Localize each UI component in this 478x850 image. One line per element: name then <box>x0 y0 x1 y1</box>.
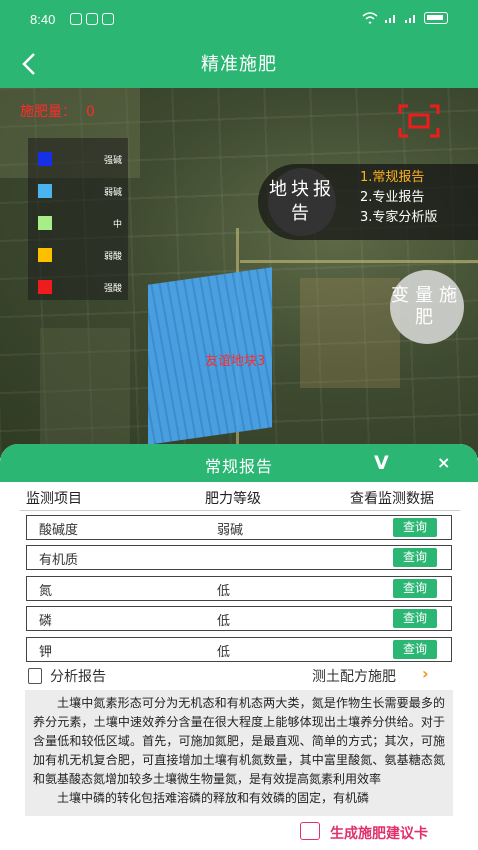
legend-swatch <box>38 280 52 294</box>
query-button[interactable]: 查询 <box>393 609 437 628</box>
legend-item: 弱碱 <box>28 182 128 202</box>
analysis-paragraph: 土壤中氮素形态可分为无机态和有机态两大类，氮是作物生长需要最多的养分元素，土壤中… <box>33 696 445 786</box>
satellite-map[interactable]: 施肥量： 0 强碱 弱碱 中 弱酸 强酸 友谊地块3 地块报告 1.常规报告 2… <box>0 88 478 458</box>
legend-label: 中 <box>112 220 122 230</box>
legend-item: 中 <box>28 214 128 234</box>
query-button[interactable]: 查询 <box>393 640 437 659</box>
app-icon <box>102 13 114 25</box>
signal-icon <box>405 15 415 23</box>
column-header-level: 肥力等级 <box>205 491 261 507</box>
wifi-icon <box>362 12 378 24</box>
field-label: 友谊地块3 <box>205 354 266 369</box>
table-row: 钾 低 查询 <box>26 637 452 662</box>
chevron-right-icon[interactable]: › <box>422 664 429 683</box>
table-row: 酸碱度 弱碱 查询 <box>26 515 452 540</box>
legend-item: 强碱 <box>28 150 128 170</box>
query-button[interactable]: 查询 <box>393 579 437 598</box>
battery-icon <box>424 12 448 24</box>
row-item: 氮 <box>39 584 53 599</box>
row-item: 酸碱度 <box>39 523 79 538</box>
legend-swatch <box>38 152 52 166</box>
fertilizer-amount-value: 0 <box>86 104 95 120</box>
signal-icon <box>385 15 395 23</box>
sheet-header: 常规报告 V × <box>0 444 478 482</box>
analysis-title: 分析报告 <box>50 669 106 685</box>
app-icon <box>86 13 98 25</box>
row-level: 低 <box>217 614 231 629</box>
status-time: 8:40 <box>30 12 56 27</box>
query-button[interactable]: 查询 <box>393 548 437 567</box>
system-icons <box>362 12 448 24</box>
legend-label: 弱酸 <box>103 252 122 262</box>
ph-legend: 强碱 弱碱 中 弱酸 强酸 <box>28 138 128 300</box>
nav-bar: 精准施肥 <box>0 40 478 88</box>
report-option-professional[interactable]: 2.专业报告 <box>360 188 437 208</box>
soil-test-link[interactable]: 测土配方施肥 <box>312 666 396 686</box>
generate-card-button[interactable]: 生成施肥建议卡 <box>300 822 460 842</box>
report-options: 1.常规报告 2.专业报告 3.专家分析版 <box>360 168 437 228</box>
app-icon <box>70 13 82 25</box>
report-option-expert[interactable]: 3.专家分析版 <box>360 208 437 228</box>
query-button[interactable]: 查询 <box>393 518 437 537</box>
legend-item: 弱酸 <box>28 246 128 266</box>
close-icon[interactable]: × <box>437 453 450 472</box>
status-bar: 8:40 <box>0 0 478 40</box>
table-row: 有机质 查询 <box>26 545 452 570</box>
divider <box>20 510 460 511</box>
legend-label: 强碱 <box>103 156 122 166</box>
legend-item: 强酸 <box>28 278 128 298</box>
notification-icons <box>70 13 114 25</box>
row-item: 有机质 <box>39 553 79 568</box>
report-icon <box>28 668 42 684</box>
map-terrain <box>40 328 130 448</box>
generate-card-label: 生成施肥建议卡 <box>330 826 428 842</box>
page-title: 精准施肥 <box>201 54 277 75</box>
scan-icon[interactable] <box>398 104 440 138</box>
land-report-button[interactable]: 地块报告 <box>268 168 336 236</box>
legend-label: 强酸 <box>103 284 122 294</box>
table-row: 氮 低 查询 <box>26 576 452 601</box>
report-option-regular[interactable]: 1.常规报告 <box>360 168 437 188</box>
map-road <box>240 260 478 263</box>
legend-swatch <box>38 184 52 198</box>
legend-label: 弱碱 <box>103 188 122 198</box>
analysis-paragraph: 土壤中磷的转化包括难溶磷的释放和有效磷的固定，有机磷 <box>57 791 370 805</box>
report-sheet: 常规报告 V × 监测项目 肥力等级 查看监测数据 酸碱度 弱碱 查询 有机质 … <box>0 444 478 850</box>
analysis-text: 土壤中氮素形态可分为无机态和有机态两大类，氮是作物生长需要最多的养分元素，土壤中… <box>25 690 453 816</box>
row-level: 低 <box>217 645 231 660</box>
row-level: 弱碱 <box>217 523 244 538</box>
legend-swatch <box>38 248 52 262</box>
card-icon <box>300 822 320 840</box>
fertilizer-amount: 施肥量： 0 <box>20 101 95 121</box>
table-header: 监测项目 肥力等级 查看监测数据 <box>0 488 478 508</box>
row-level: 低 <box>217 584 231 599</box>
row-item: 钾 <box>39 645 53 660</box>
sheet-title: 常规报告 <box>204 457 273 476</box>
table-row: 磷 低 查询 <box>26 606 452 631</box>
legend-swatch <box>38 216 52 230</box>
column-header-item: 监测项目 <box>26 491 82 507</box>
map-terrain <box>300 278 400 388</box>
collapse-icon[interactable]: V <box>374 452 389 474</box>
variable-fertilize-button[interactable]: 变量施肥 <box>390 270 464 344</box>
row-item: 磷 <box>39 614 53 629</box>
column-header-data: 查看监测数据 <box>350 491 434 507</box>
fertilizer-amount-label: 施肥量： <box>20 104 76 120</box>
